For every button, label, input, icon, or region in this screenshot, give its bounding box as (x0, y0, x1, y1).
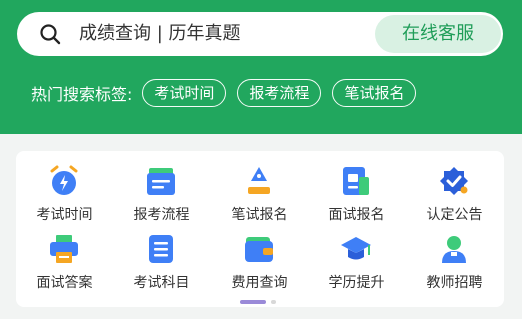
hot-tag-written-signup[interactable]: 笔试报名 (332, 79, 417, 107)
pen-nib-icon (248, 167, 270, 194)
menu-item-label: 面试答案 (36, 275, 93, 291)
alarm-clock-icon (50, 165, 78, 195)
graduation-cap-icon (341, 237, 371, 260)
wallet-icon (245, 237, 273, 262)
online-service-button[interactable]: 在线客服 (375, 15, 501, 53)
search-placeholder[interactable]: 成绩查询 | 历年真题 (79, 12, 241, 56)
menu-item-interview-signup[interactable]: 面试报名 (308, 151, 405, 223)
document-form-icon (343, 167, 369, 195)
hot-search-tags: 热门搜索标签: 考试时间 报考流程 笔试报名 (31, 78, 427, 108)
teacher-person-icon (442, 236, 466, 263)
hot-search-label: 热门搜索标签: (31, 85, 133, 104)
list-book-icon (149, 235, 173, 263)
menu-item-label: 学历提升 (328, 275, 385, 291)
menu-item-fee-inquiry[interactable]: 费用查询 (211, 219, 308, 291)
page-dot (271, 300, 276, 304)
menu-item-written-signup[interactable]: 笔试报名 (211, 151, 308, 223)
hot-tag-exam-time[interactable]: 考试时间 (142, 79, 227, 107)
hot-tag-apply-process[interactable]: 报考流程 (237, 79, 322, 107)
menu-item-interview-answers[interactable]: 面试答案 (16, 219, 113, 291)
search-icon (40, 24, 61, 45)
search-bar[interactable]: 成绩查询 | 历年真题 在线客服 (17, 12, 503, 56)
menu-item-label: 考试科目 (133, 275, 190, 291)
menu-item-certification-notice[interactable]: 认定公告 (406, 151, 503, 223)
page-indicator (240, 300, 276, 304)
menu-item-label: 费用查询 (231, 275, 288, 291)
menu-card: 考试时间 报考流程 笔试报名 面试报名 认定公告 面试答案 考试科目 费用查询 … (16, 151, 504, 307)
menu-item-education-upgrade[interactable]: 学历提升 (308, 219, 405, 291)
header-banner: 成绩查询 | 历年真题 在线客服 热门搜索标签: 考试时间 报考流程 笔试报名 (0, 0, 522, 134)
printer-icon (50, 235, 78, 263)
menu-item-exam-time[interactable]: 考试时间 (16, 151, 113, 223)
menu-item-apply-process[interactable]: 报考流程 (113, 151, 210, 223)
menu-item-label: 教师招聘 (426, 275, 483, 291)
folder-flow-icon (147, 168, 175, 195)
page-dot-active (240, 300, 266, 304)
menu-item-exam-subjects[interactable]: 考试科目 (113, 219, 210, 291)
menu-item-teacher-recruitment[interactable]: 教师招聘 (406, 219, 503, 291)
verified-badge-icon (440, 167, 468, 195)
